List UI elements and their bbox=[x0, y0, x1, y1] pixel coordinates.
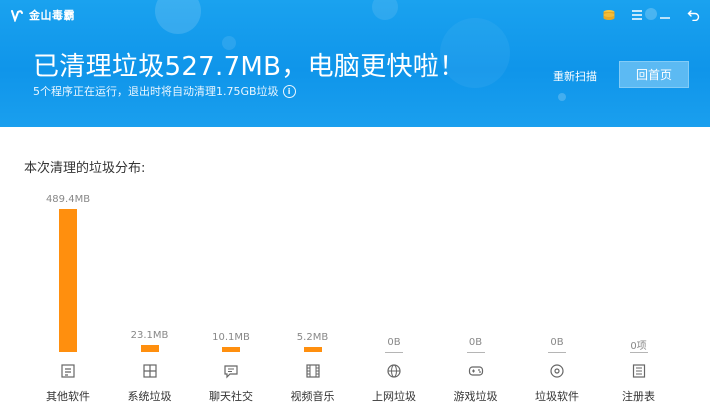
info-icon[interactable]: i bbox=[282, 84, 296, 98]
minimize-icon[interactable] bbox=[658, 8, 672, 22]
chart-column: 0B 上网垃圾 bbox=[354, 180, 434, 403]
home-button[interactable]: 回首页 bbox=[619, 61, 689, 88]
decor-bubble bbox=[155, 0, 201, 34]
category-label: 游戏垃圾 bbox=[453, 390, 498, 403]
document-icon bbox=[59, 362, 77, 380]
category-label: 上网垃圾 bbox=[372, 390, 416, 403]
back-icon[interactable] bbox=[686, 8, 700, 22]
coins-icon[interactable] bbox=[602, 8, 616, 22]
chart-bar bbox=[59, 209, 77, 352]
bar-value-label: 5.2MB bbox=[296, 332, 329, 343]
chart-column: 0B 游戏垃圾 bbox=[436, 180, 516, 403]
menu-icon[interactable] bbox=[630, 8, 644, 22]
bar-value-label: 0B bbox=[468, 337, 483, 348]
category-label: 系统垃圾 bbox=[127, 390, 172, 403]
registry-icon bbox=[630, 362, 648, 380]
app-name: 金山毒霸 bbox=[29, 9, 75, 22]
globe-icon bbox=[385, 362, 403, 380]
chart-bar bbox=[385, 352, 403, 353]
category-label: 注册表 bbox=[622, 390, 655, 403]
chart-bar bbox=[629, 352, 648, 353]
category-label: 其他软件 bbox=[46, 390, 90, 403]
bar-value-label: 0项 bbox=[630, 341, 647, 352]
section-title: 本次清理的垃圾分布: bbox=[24, 161, 146, 176]
result-header: 金山毒霸 已清理垃圾527.7MB，电脑更快啦！ 5个程序正在运行，退出时将自动… bbox=[0, 0, 710, 127]
chart-column: 489.4MB 其他软件 bbox=[28, 180, 108, 403]
decor-bubble bbox=[372, 0, 398, 20]
decor-bubble bbox=[558, 93, 566, 101]
category-label: 视频音乐 bbox=[290, 390, 335, 403]
chart-column: 0B 垃圾软件 bbox=[517, 180, 597, 403]
chart-column: 0项注册表 bbox=[599, 180, 679, 403]
kingsoft-logo-icon bbox=[10, 8, 24, 22]
bar-value-label: 0B bbox=[550, 337, 564, 348]
chart-column: 5.2MB 视频音乐 bbox=[273, 180, 353, 403]
chat-icon bbox=[222, 362, 240, 380]
category-label: 垃圾软件 bbox=[535, 390, 579, 403]
category-label: 聊天社交 bbox=[209, 390, 253, 403]
bar-value-label: 23.1MB bbox=[130, 330, 169, 341]
chart-bar bbox=[466, 352, 485, 353]
chart-bar bbox=[548, 352, 566, 353]
windows-icon bbox=[141, 362, 159, 380]
film-icon bbox=[304, 362, 322, 380]
chart-bar bbox=[140, 345, 159, 352]
chart-column: 10.1MB 聊天社交 bbox=[191, 180, 271, 403]
bar-value-label: 0B bbox=[387, 337, 401, 348]
gamepad-icon bbox=[467, 362, 485, 380]
junk-distribution-chart: 489.4MB 其他软件 23.1MB 系统垃圾 10.1MB 聊天社交 5.2MB 视频音乐… bbox=[0, 180, 710, 403]
bar-value-label: 10.1MB bbox=[212, 332, 250, 343]
bar-value-label: 489.4MB bbox=[45, 194, 91, 205]
auto-clean-text: 5个程序正在运行，退出时将自动清理1.75GB垃圾 bbox=[33, 85, 279, 98]
chart-column: 23.1MB 系统垃圾 bbox=[110, 180, 190, 403]
rescan-link[interactable]: 重新扫描 bbox=[553, 68, 597, 84]
disc-icon bbox=[548, 362, 566, 380]
chart-bar bbox=[222, 347, 240, 352]
chart-bar bbox=[303, 347, 322, 352]
app-logo: 金山毒霸 bbox=[10, 7, 75, 23]
auto-clean-notice: 5个程序正在运行，退出时将自动清理1.75GB垃圾 i bbox=[33, 83, 296, 99]
window-controls bbox=[602, 8, 700, 22]
clean-result-headline: 已清理垃圾527.7MB，电脑更快啦！ bbox=[33, 52, 466, 82]
